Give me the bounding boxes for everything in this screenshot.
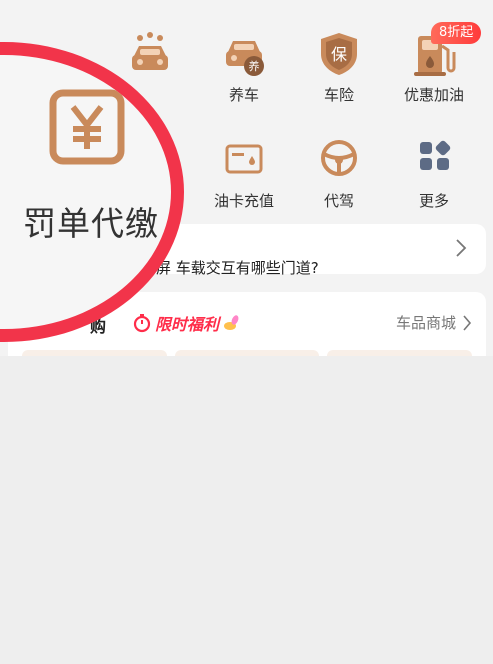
service-label: 油卡充值 [213, 192, 274, 210]
service-label: 养车 [228, 86, 259, 104]
product-strip [22, 350, 473, 356]
fuel-card-icon [225, 144, 263, 174]
product-card[interactable] [327, 350, 473, 356]
service-label: 代驾 [323, 192, 354, 210]
service-fuel-card[interactable]: 油卡充值 [196, 136, 292, 211]
shop-mall-label: 车品商城 [395, 314, 456, 332]
chevron-right-icon [463, 314, 472, 331]
service-insurance[interactable]: 保 车险 [291, 30, 387, 105]
yen-icon [49, 89, 125, 165]
service-more[interactable]: 更多 [386, 136, 482, 211]
car-wash-icon [132, 32, 168, 70]
insurance-shield-icon: 保 [321, 33, 357, 75]
service-label: 更多 [418, 192, 449, 210]
flash-sale-label: 限时福利 [155, 315, 220, 334]
fine-payment-label: 罚单代缴 [23, 204, 159, 243]
sparkle-icon [224, 315, 239, 330]
service-designated-driver[interactable]: 代驾 [291, 136, 387, 211]
product-card[interactable] [22, 350, 167, 356]
svg-text:保: 保 [331, 45, 347, 64]
news-title: 屏 车载交互有哪些门道? [156, 259, 319, 277]
discount-badge: 8折起 [431, 22, 482, 44]
service-label: 优惠加油 [403, 86, 464, 104]
service-car-maintenance[interactable]: 养 养车 [196, 30, 292, 105]
more-grid-icon [420, 140, 451, 170]
chevron-right-icon [456, 239, 467, 257]
product-card[interactable] [174, 350, 320, 356]
flash-sale-tag[interactable]: 限时福利 [132, 311, 244, 335]
stopwatch-icon [133, 314, 151, 333]
app-content: 养 养车 保 车险 优惠加油 8折起 油卡充值 代驾 更多 屏 车载交互有哪些门… [0, 0, 493, 356]
car-maintenance-icon: 养 [226, 41, 264, 76]
shop-mall-link[interactable]: 车品商城 [396, 312, 472, 333]
steering-wheel-icon [321, 140, 357, 176]
svg-text:养: 养 [249, 59, 260, 73]
service-label: 车险 [323, 86, 354, 104]
